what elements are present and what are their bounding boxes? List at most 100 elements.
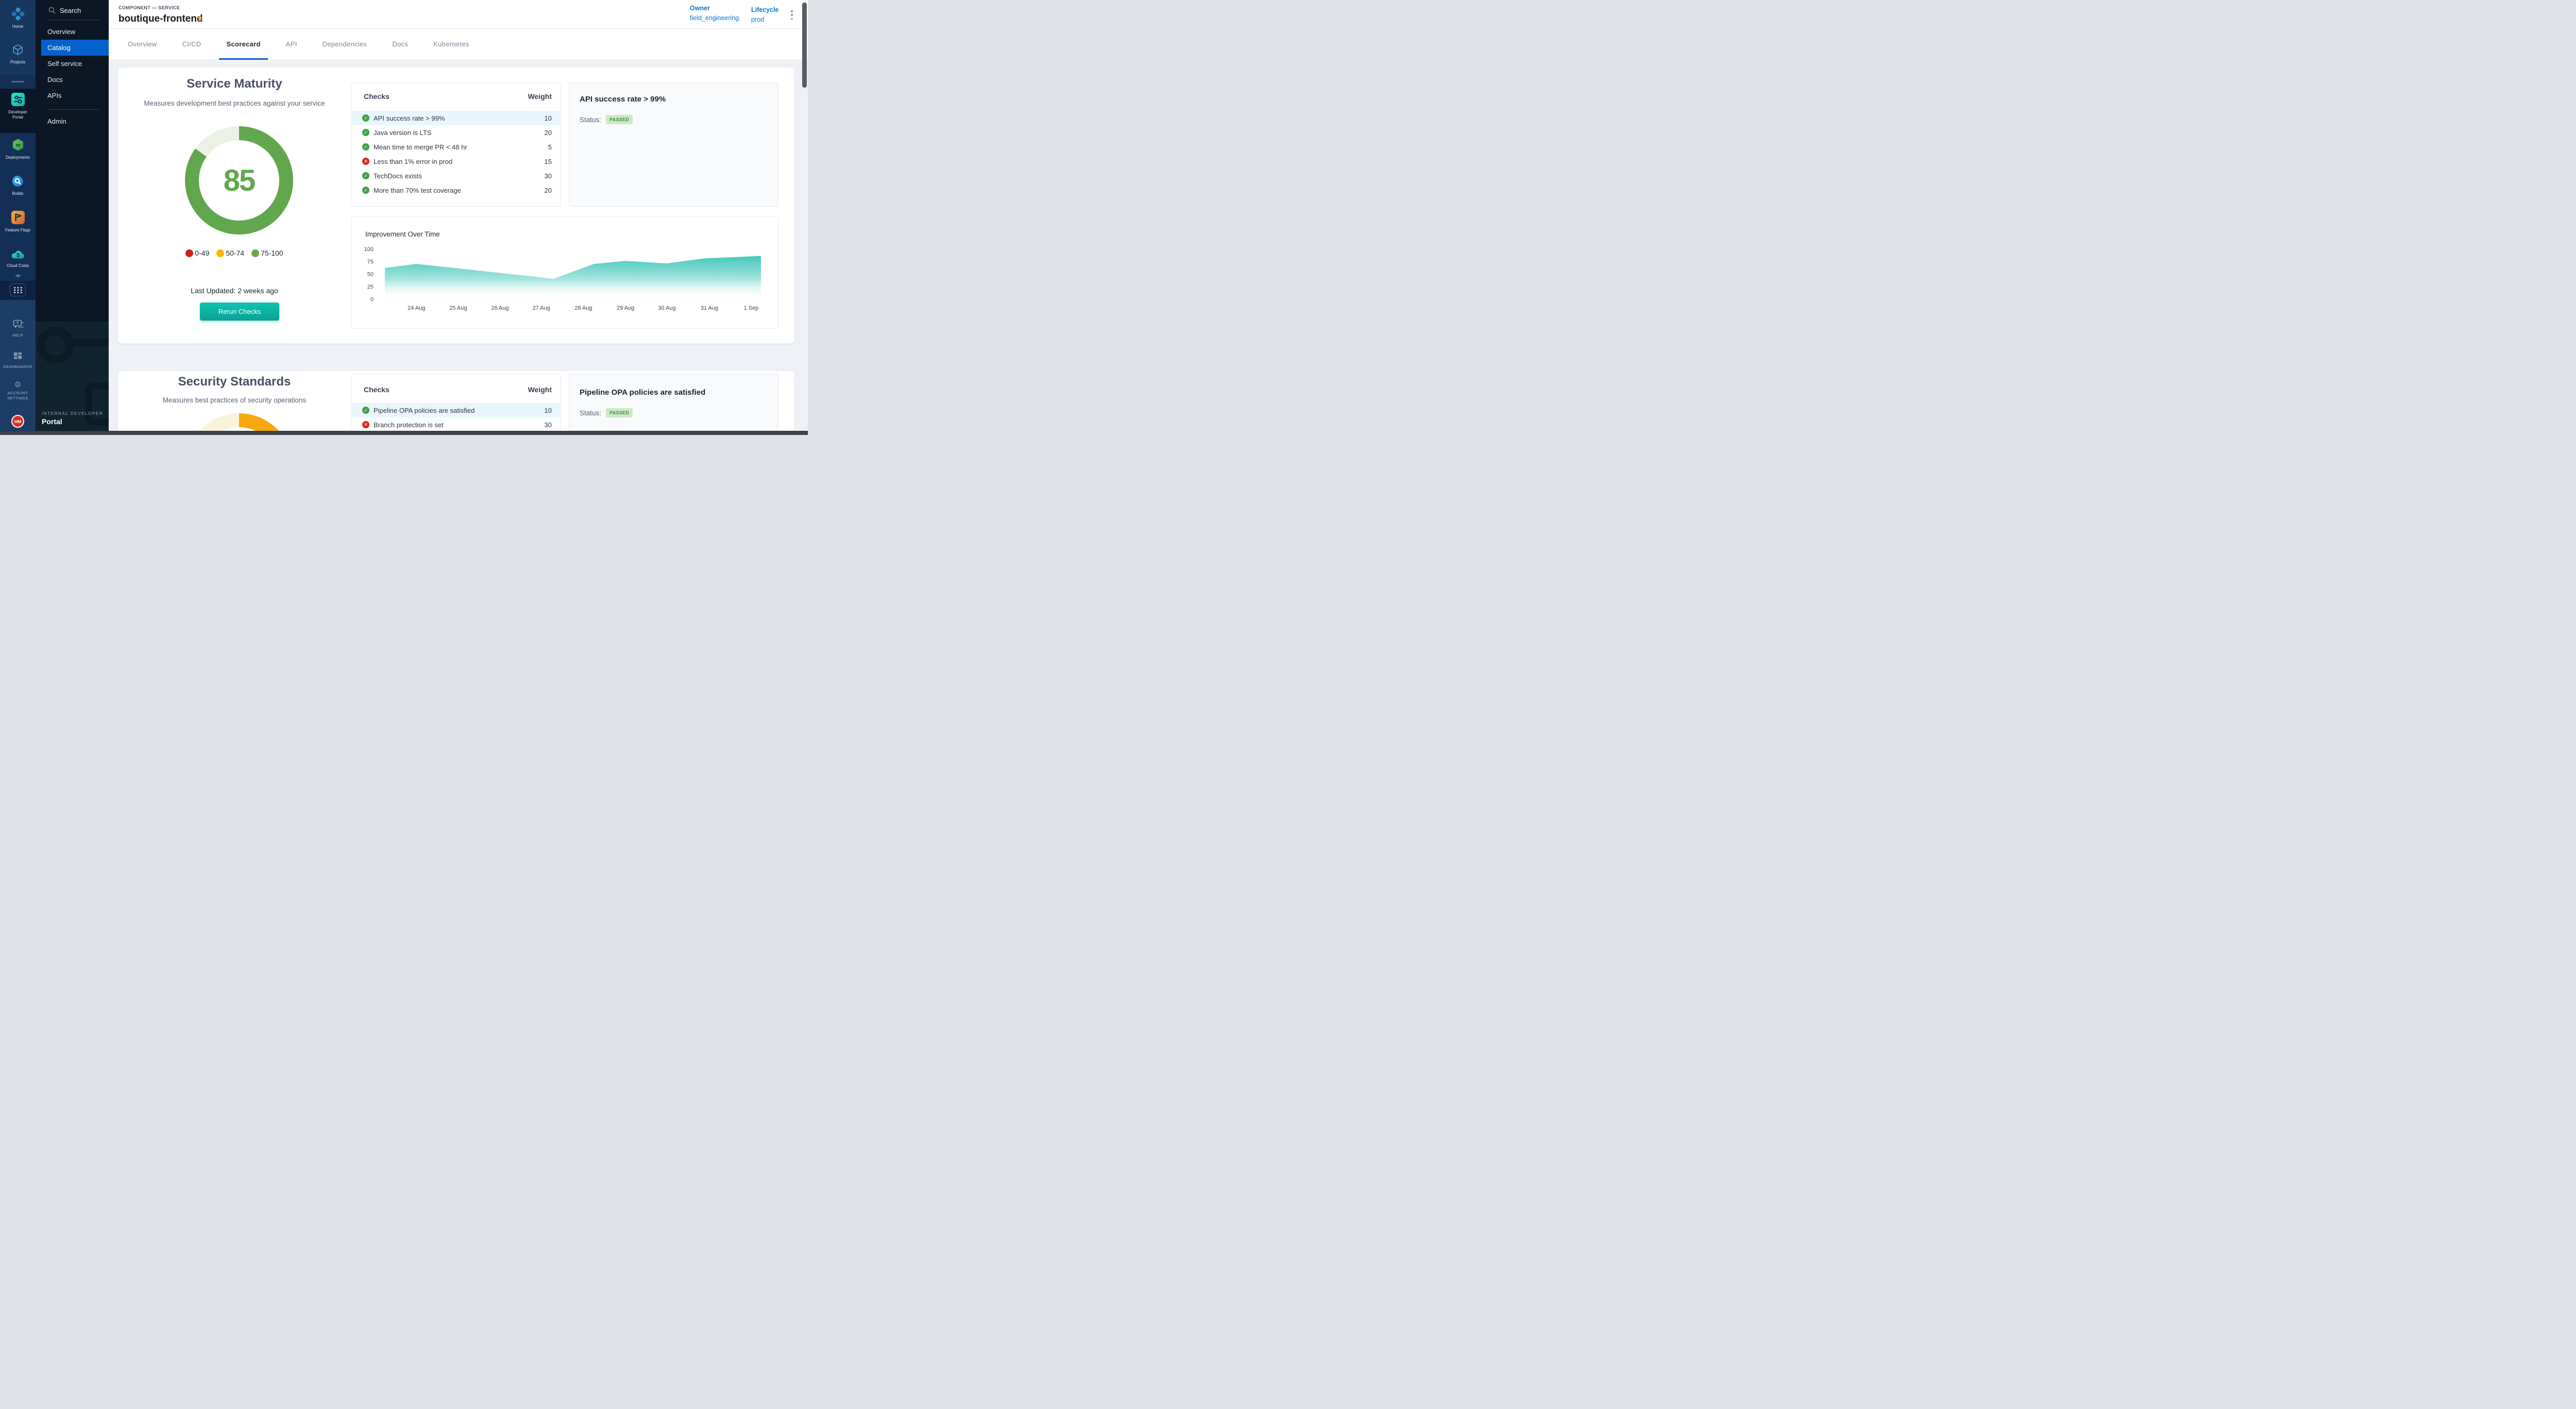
vertical-scrollbar-thumb[interactable]	[802, 3, 807, 88]
check-weight: 30	[545, 172, 552, 180]
legend-dot	[185, 249, 193, 257]
sidebar-item-label: Home	[0, 24, 36, 29]
tab-overview[interactable]: Overview	[121, 29, 164, 59]
svg-text:$: $	[16, 252, 19, 258]
x-axis-tick: 28 Aug	[574, 305, 592, 311]
legend-dot	[216, 249, 224, 257]
check-row-mean-time-to-merge-pr-48-hr[interactable]: ✓Mean time to merge PR < 48 hr5	[352, 140, 560, 154]
check-status-row: Status: PASSED	[580, 408, 633, 417]
chevron-down-icon[interactable]	[15, 275, 21, 278]
sidebar-item-overview[interactable]: Overview	[36, 24, 109, 40]
sidebar-item-home[interactable]: Home	[0, 7, 36, 29]
check-pass-icon: ✓	[362, 129, 369, 136]
footer-title: Portal	[42, 417, 103, 426]
decor-stem	[64, 339, 109, 346]
kebab-menu-icon[interactable]	[788, 9, 796, 21]
check-name: Mean time to merge PR < 48 hr	[374, 143, 548, 151]
sidebar-item-label: Deployments	[0, 155, 36, 160]
weight-column-header: Weight	[528, 385, 552, 394]
scorecard-subtitle: Measures development best practices agai…	[118, 99, 351, 107]
checks-list: ✓Pipeline OPA policies are satisfied10✕B…	[352, 403, 560, 432]
sidebar-item-account-settings[interactable]: ⚙ ACCOUNTSETTINGS	[0, 380, 36, 401]
cloud-costs-icon: $	[11, 248, 25, 260]
tab-api[interactable]: API	[279, 29, 304, 59]
sidebar-item-builds[interactable]: Builds	[0, 175, 36, 196]
tab-scorecard[interactable]: Scorecard	[219, 29, 267, 59]
check-weight: 20	[545, 129, 552, 137]
legend-item-75-100: 75-100	[251, 249, 283, 257]
check-pass-icon: ✓	[362, 143, 369, 150]
sidebar-item-deployments[interactable]: ∞ Deployments	[0, 138, 36, 160]
status-label: Status:	[580, 409, 601, 417]
checks-column-header: Checks	[364, 385, 389, 394]
sidebar-item-dashboards[interactable]: DASHBOARDS	[0, 352, 36, 370]
check-weight: 15	[545, 158, 552, 165]
footer-eyebrow: INTERNAL DEVELOPER	[42, 411, 103, 416]
legend-label: 50-74	[226, 249, 244, 257]
sidebar-item-label: Builds	[0, 191, 36, 196]
tab-ci-cd[interactable]: CI/CD	[175, 29, 209, 59]
sidebar-item-apis[interactable]: APIs	[36, 88, 109, 104]
check-name: Branch protection is set	[374, 421, 545, 429]
check-fail-icon: ✕	[362, 158, 369, 165]
y-axis-tick: 75	[367, 259, 374, 265]
favorite-star-icon[interactable]: ★	[196, 13, 204, 23]
check-status-row: Status: PASSED	[580, 115, 633, 124]
tab-docs[interactable]: Docs	[385, 29, 415, 59]
x-axis-tick: 29 Aug	[617, 305, 634, 311]
x-axis-tick: 1 Sep	[744, 305, 759, 311]
avatar[interactable]: HM	[11, 415, 24, 428]
developer-portal-icon	[11, 93, 25, 106]
checks-column-header: Checks	[364, 92, 389, 100]
check-row-pipeline-opa-policies-are-satisfied[interactable]: ✓Pipeline OPA policies are satisfied10	[352, 403, 560, 417]
search-input[interactable]: Search	[48, 5, 81, 15]
chart-area-series	[385, 256, 761, 299]
y-axis-tick: 100	[364, 246, 374, 253]
check-weight: 30	[545, 421, 552, 429]
check-pass-icon: ✓	[362, 187, 369, 194]
checks-panel: Checks Weight ✓Pipeline OPA policies are…	[351, 374, 561, 432]
x-axis-tick: 26 Aug	[491, 305, 509, 311]
dashboards-icon	[13, 352, 22, 361]
sidebar-item-self-service[interactable]: Self service	[36, 56, 109, 72]
check-detail-panel: API success rate > 99% Status: PASSED	[569, 82, 778, 207]
scorecard-title: Security Standards	[118, 375, 351, 389]
grid-icon	[13, 287, 23, 294]
sidebar-item-cloud-costs[interactable]: $ Cloud Costs	[0, 248, 36, 269]
sidebar-item-help[interactable]: ? HELP	[0, 320, 36, 338]
legend-label: 75-100	[261, 249, 283, 257]
sidebar-item-developer-portal[interactable]: DeveloperPortal	[0, 93, 36, 120]
check-row-techdocs-exists[interactable]: ✓TechDocs exists30	[352, 169, 560, 183]
rerun-checks-button[interactable]: Rerun Checks	[200, 303, 279, 321]
secondary-sidebar: Search OverviewCatalogSelf serviceDocsAP…	[36, 0, 109, 435]
module-grid-button[interactable]	[10, 283, 26, 296]
check-row-less-than-1-error-in-prod[interactable]: ✕ Less than 1% error in prod15	[352, 154, 560, 169]
check-row-java-version-is-lts[interactable]: ✓Java version is LTS20	[352, 125, 560, 140]
sidebar-item-docs[interactable]: Docs	[36, 72, 109, 88]
y-axis-tick: 25	[367, 284, 374, 290]
x-axis-tick: 24 Aug	[408, 305, 425, 311]
tab-dependencies[interactable]: Dependencies	[315, 29, 375, 59]
search-icon	[48, 7, 56, 14]
tab-kubernetes[interactable]: Kubernetes	[426, 29, 477, 59]
owner-meta[interactable]: Owner field_engineering	[690, 5, 739, 22]
last-updated-text: Last Updated: 2 weeks ago	[118, 287, 351, 295]
check-row-more-than-70-test-coverage[interactable]: ✓More than 70% test coverage20	[352, 183, 560, 197]
sidebar-item-feature-flags[interactable]: Feature Flags	[0, 211, 36, 233]
improvement-chart-panel: Improvement Over Time 100755025024 Aug25…	[351, 216, 778, 329]
check-name: Less than 1% error in prod	[374, 158, 545, 165]
owner-value[interactable]: field_engineering	[690, 14, 739, 22]
sidebar-item-projects[interactable]: Projects	[0, 43, 36, 65]
x-axis-tick: 27 Aug	[533, 305, 550, 311]
svg-text:?: ?	[16, 321, 19, 326]
projects-cube-icon	[11, 43, 24, 56]
weight-column-header: Weight	[528, 92, 552, 100]
score-value: 85	[224, 163, 255, 198]
check-weight: 10	[545, 114, 552, 122]
horizontal-scrollbar[interactable]	[0, 431, 808, 435]
sidebar-item-catalog[interactable]: Catalog	[41, 40, 109, 56]
sidebar-item-admin[interactable]: Admin	[36, 113, 109, 129]
check-row-api-success-rate-99[interactable]: ✓API success rate > 99%10	[352, 111, 560, 125]
secondary-nav-list: OverviewCatalogSelf serviceDocsAPIs	[36, 24, 109, 104]
gear-icon: ⚙	[14, 380, 21, 389]
